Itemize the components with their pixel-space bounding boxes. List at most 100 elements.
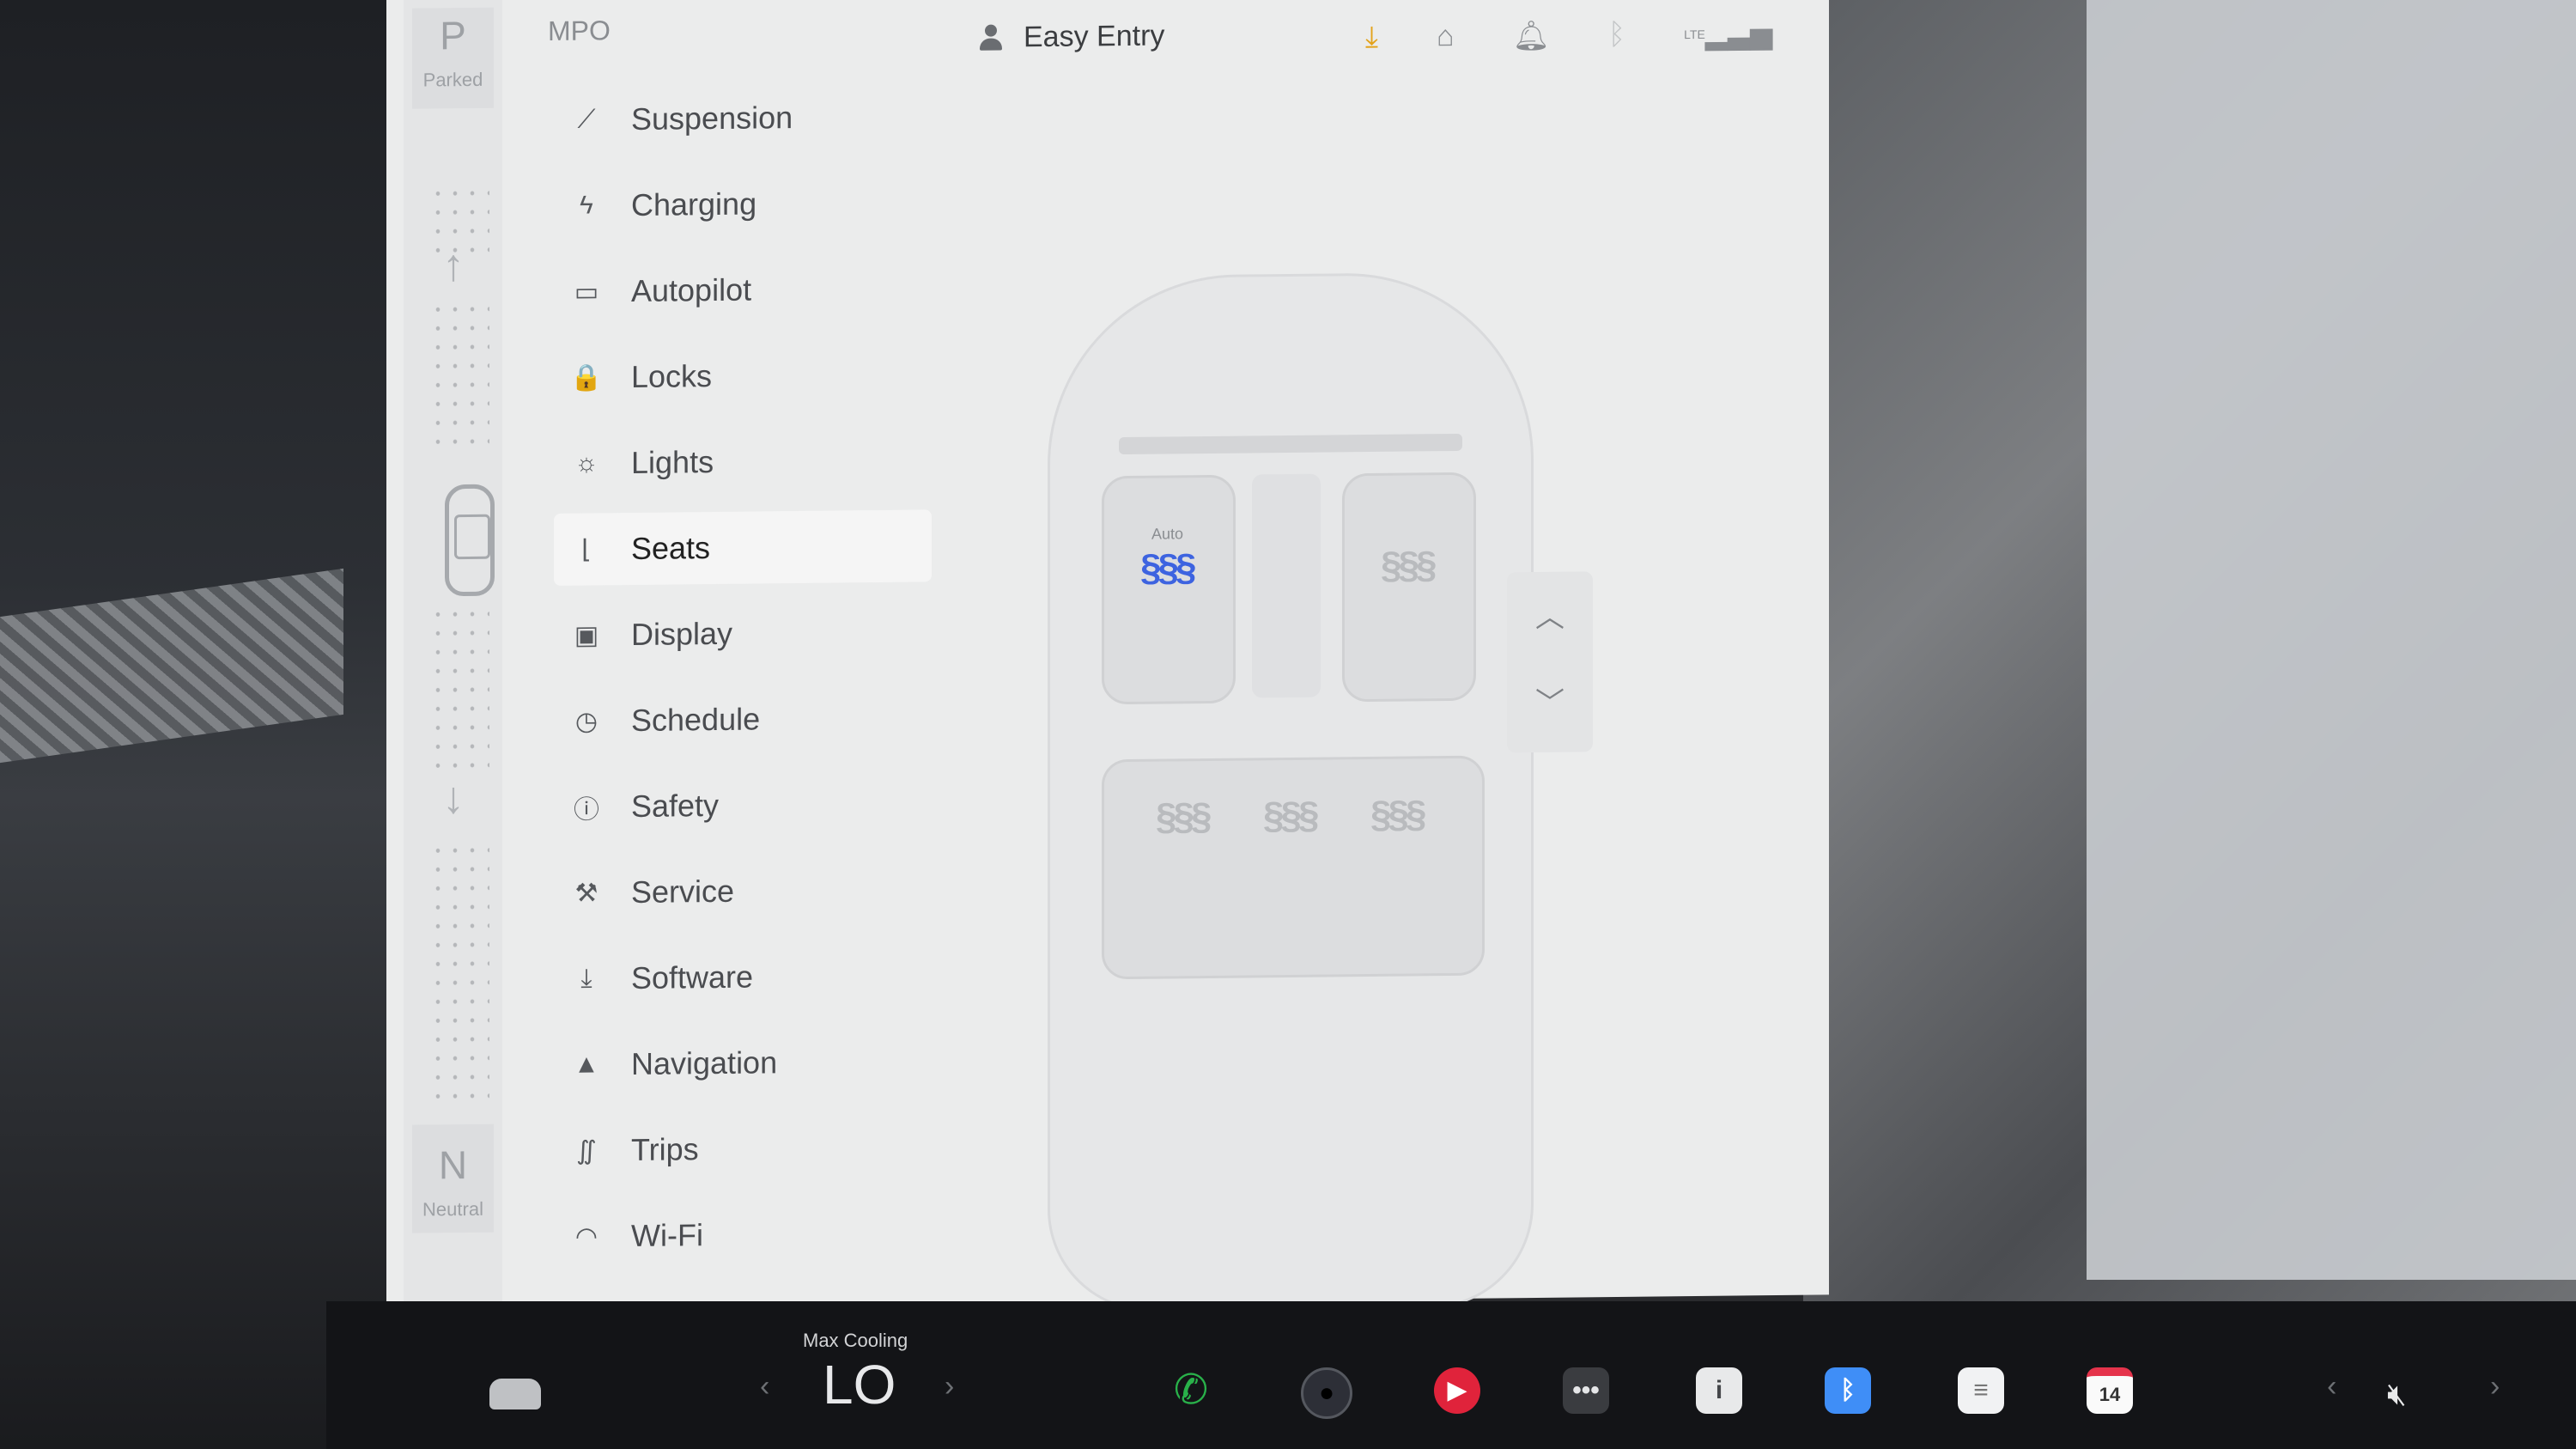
center-console: [1252, 473, 1321, 698]
temp-down-chevron-icon[interactable]: ‹: [760, 1370, 769, 1403]
gear-neutral-letter: N: [438, 1142, 468, 1188]
arrow-up-icon[interactable]: ↑: [442, 240, 465, 291]
gear-neutral-label: Neutral: [422, 1197, 483, 1221]
bolt-icon: ϟ: [580, 191, 593, 220]
gear-dots: [429, 840, 489, 1108]
alert-icon: ⓘ: [574, 795, 599, 825]
calendar-icon[interactable]: 14: [2087, 1367, 2133, 1414]
car-icon[interactable]: [489, 1379, 541, 1409]
media-icon[interactable]: ▶: [1434, 1367, 1480, 1414]
seat-adjust-control: ︿ ﹀: [1507, 571, 1593, 753]
chevron-up-icon[interactable]: ︿: [1533, 594, 1567, 636]
menu-item-display[interactable]: ▣ Display: [554, 606, 932, 661]
menu-item-label: Navigation: [631, 1044, 778, 1082]
passenger-seat[interactable]: §§§: [1342, 472, 1476, 703]
bluetooth-icon[interactable]: ᛒ: [1825, 1367, 1871, 1414]
temp-up-chevron-icon[interactable]: ›: [945, 1370, 954, 1403]
download-icon: ⤓: [580, 964, 592, 993]
menu-item-label: Charging: [631, 186, 757, 223]
rear-bench: §§§ §§§ §§§: [1102, 755, 1485, 980]
navigation-icon: ▲: [574, 1050, 599, 1079]
settings-screen: P Parked ↑ ↓ N Neutral MPO Easy Entry ⤓ …: [386, 0, 1829, 1339]
lock-icon: 🔒: [570, 362, 603, 393]
more-icon[interactable]: •••: [1563, 1367, 1609, 1414]
menu-item-label: Seats: [631, 530, 711, 567]
settings-menu: ⟋ Suspension ϟ Charging ▭ Autopilot 🔒 Locks ☼ Lig…: [554, 90, 932, 1383]
menu-item-label: Service: [631, 873, 735, 910]
status-icons: ⤓ ⌂ 🔔︎ ᛒ LTE▂▃▅: [1365, 16, 1772, 55]
menu-item-trips[interactable]: ∬ Trips: [554, 1121, 932, 1177]
bottom-dock: ‹ Max Cooling LO › ✆ ● ▶ ••• i ᛒ ≡ 14 ‹ …: [326, 1314, 2576, 1443]
profile-name: Easy Entry: [1024, 19, 1165, 54]
menu-item-safety[interactable]: ⓘ Safety: [554, 777, 932, 833]
menu-item-schedule[interactable]: ◷ Schedule: [554, 691, 932, 747]
menu-item-label: Display: [631, 615, 733, 653]
mute-icon[interactable]: 🔇︎: [2387, 1376, 2407, 1413]
gear-dots: [429, 604, 489, 769]
rear-center-heater-icon[interactable]: §§§: [1263, 795, 1315, 838]
menu-item-label: Trips: [631, 1131, 699, 1168]
menu-item-label: Safety: [631, 787, 720, 825]
download-icon[interactable]: ⤓: [1365, 21, 1378, 55]
menu-item-label: Autopilot: [631, 271, 752, 309]
menu-item-label: Wi-Fi: [631, 1217, 703, 1254]
menu-item-wi-fi[interactable]: ◠ Wi-Fi: [554, 1207, 932, 1263]
steering-icon: ▭: [574, 277, 599, 307]
map-panel[interactable]: [2087, 0, 2576, 1280]
vehicle-name: MPO: [548, 15, 611, 47]
wifi-icon: ◠: [574, 1221, 598, 1251]
gear-selector[interactable]: P Parked ↑ ↓ N Neutral: [404, 0, 502, 1310]
menu-item-lights[interactable]: ☼ Lights: [554, 434, 932, 490]
wrench-icon: ⟋: [577, 105, 596, 134]
trips-icon: ∬: [576, 1135, 597, 1166]
driver-seat-heater-icon[interactable]: §§§: [1140, 546, 1193, 590]
menu-item-label: Software: [631, 959, 754, 996]
notes-icon[interactable]: ≡: [1958, 1367, 2004, 1414]
volume-down-chevron-icon[interactable]: ‹: [2327, 1370, 2336, 1403]
gear-park-label: Parked: [422, 68, 483, 91]
info-icon[interactable]: i: [1696, 1367, 1742, 1414]
menu-item-label: Locks: [631, 358, 713, 395]
driver-seat[interactable]: Auto §§§: [1102, 474, 1236, 705]
climate-mode: Max Cooling: [803, 1330, 908, 1351]
bluetooth-icon[interactable]: ᛒ: [1608, 18, 1625, 52]
bell-icon[interactable]: 🔔︎: [1513, 19, 1550, 53]
seat-diagram: Auto §§§ §§§ §§§ §§§ §§§: [1048, 271, 1534, 1312]
dashboard-shape: [1119, 433, 1462, 455]
gear-park[interactable]: P Parked: [412, 7, 494, 109]
seat-icon: ⌊: [581, 534, 592, 564]
driver-seat-mode: Auto: [1151, 525, 1184, 543]
gear-park-letter: P: [440, 13, 466, 58]
menu-item-label: Schedule: [631, 701, 761, 739]
camera-icon[interactable]: ●: [1301, 1367, 1352, 1419]
rear-left-heater-icon[interactable]: §§§: [1156, 795, 1208, 839]
gear-neutral[interactable]: N Neutral: [412, 1123, 494, 1233]
rear-right-heater-icon[interactable]: §§§: [1370, 793, 1423, 837]
climate-temperature[interactable]: LO: [823, 1353, 896, 1416]
menu-item-charging[interactable]: ϟ Charging: [554, 176, 932, 232]
menu-item-suspension[interactable]: ⟋ Suspension: [554, 90, 932, 146]
menu-item-service[interactable]: ⚒ Service: [554, 863, 932, 919]
menu-item-navigation[interactable]: ▲ Navigation: [554, 1035, 932, 1091]
driver-profile[interactable]: Easy Entry: [979, 20, 1164, 55]
menu-item-software[interactable]: ⤓ Software: [554, 949, 932, 1005]
sun-icon: ☼: [574, 448, 598, 478]
menu-item-label: Suspension: [631, 100, 793, 137]
volume-up-chevron-icon[interactable]: ›: [2490, 1370, 2500, 1403]
passenger-seat-heater-icon[interactable]: §§§: [1381, 544, 1433, 588]
lte-signal-icon: LTE▂▃▅: [1684, 17, 1773, 51]
menu-item-label: Lights: [631, 444, 714, 481]
display-icon: ▣: [574, 620, 599, 650]
clock-icon: ◷: [574, 706, 598, 736]
wrench-icon: ⚒: [574, 878, 598, 908]
chevron-down-icon[interactable]: ﹀: [1533, 679, 1567, 721]
gear-dots: [429, 299, 489, 455]
person-icon: [979, 24, 1003, 52]
menu-item-autopilot[interactable]: ▭ Autopilot: [554, 262, 932, 318]
home-icon[interactable]: ⌂: [1437, 20, 1455, 54]
phone-icon[interactable]: ✆: [1168, 1367, 1214, 1414]
menu-item-seats[interactable]: ⌊ Seats: [554, 509, 932, 586]
car-top-icon: [445, 484, 495, 597]
arrow-down-icon[interactable]: ↓: [442, 772, 465, 824]
menu-item-locks[interactable]: 🔒 Locks: [554, 348, 932, 404]
